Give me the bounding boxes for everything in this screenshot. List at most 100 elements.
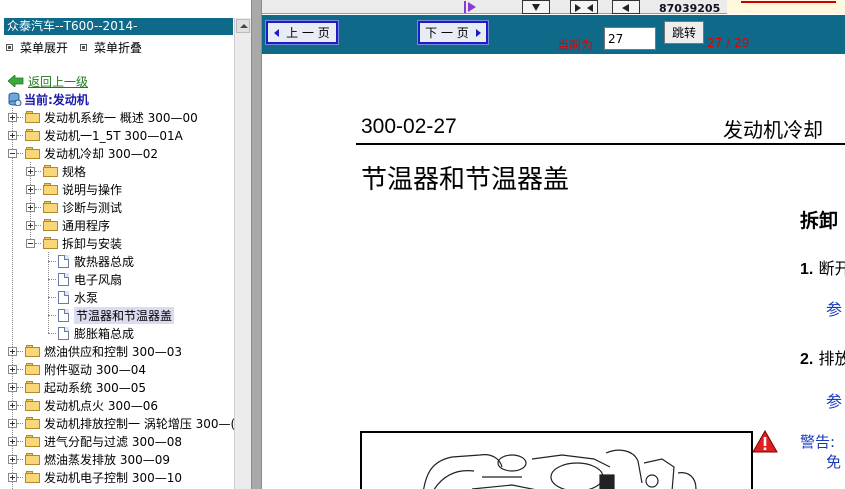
tree-item[interactable]: 发动机排放控制一 涡轮增压 300—( (8, 414, 235, 432)
engine-illustration (360, 431, 753, 489)
folder-icon (25, 453, 41, 465)
page-count: 27 / 29 (707, 36, 750, 50)
tree-item[interactable]: 进气分配与过滤 300—08 (8, 432, 182, 450)
tree-item[interactable]: 起动系统 300—05 (8, 378, 146, 396)
folder-icon (25, 111, 41, 123)
tree-item[interactable]: 拆卸与安装 (26, 234, 122, 252)
expand-icon (8, 112, 17, 122)
page-number-input[interactable] (604, 27, 656, 50)
tree-item[interactable]: 说明与操作 (26, 180, 122, 198)
doc-warning-label: 警告: (800, 433, 836, 451)
document-icon (58, 254, 69, 268)
expand-icon (8, 472, 17, 482)
tree-item[interactable]: 发动机点火 300—06 (8, 396, 158, 414)
panel-splitter[interactable] (251, 0, 262, 489)
arrow-down-icon (532, 4, 540, 11)
tree-item[interactable]: 散热器总成 (48, 252, 134, 270)
top-right-red-line (741, 1, 836, 3)
doc-warning-text: 免 (826, 453, 842, 471)
back-link-label: 返回上一级 (28, 74, 89, 89)
tree-item[interactable]: 燃油供应和控制 300—03 (8, 342, 182, 360)
header-divider (356, 143, 845, 145)
previous-view-button[interactable] (612, 0, 640, 14)
expand-icon (8, 130, 17, 140)
square-icon (6, 43, 13, 51)
back-link[interactable]: 返回上一级 (8, 72, 88, 90)
page-navigation-bar: 上 一 页 下 一 页 当前为 跳转 27 / 29 (262, 15, 845, 54)
doc-reference-1[interactable]: 参 (826, 296, 842, 320)
tree-item[interactable]: 发动机系统一 概述 300—00 (8, 108, 198, 126)
prev-page-button[interactable]: 上 一 页 (265, 20, 339, 45)
doc-step-1: 1. 断开 (800, 259, 845, 278)
tree-item[interactable]: 通用程序 (26, 216, 110, 234)
expand-icon (8, 436, 17, 446)
app-title-bar: 众泰汽车--T600--2014- (4, 18, 233, 35)
expand-icon (8, 382, 17, 392)
next-page-button[interactable]: 下 一 页 (417, 20, 489, 45)
square-icon (80, 43, 88, 51)
doc-reference-2[interactable]: 参 (826, 388, 842, 412)
menu-collapse-label: 菜单折叠 (94, 40, 143, 55)
tree-item-selected[interactable]: 节温器和节温器盖 (48, 306, 175, 324)
folder-icon (25, 471, 41, 483)
expand-icon (8, 364, 17, 374)
first-page-button[interactable] (522, 0, 550, 14)
document-icon (58, 290, 69, 304)
scroll-up-icon[interactable] (236, 19, 250, 33)
tree-item[interactable]: 发动机一1_5T 300—01A (8, 126, 183, 144)
jump-button[interactable]: 跳转 (664, 21, 704, 44)
folder-icon (43, 219, 59, 231)
tree-item[interactable]: 诊断与测试 (26, 198, 122, 216)
folder-open-icon (43, 237, 59, 249)
expand-icon (26, 166, 35, 176)
folder-icon (43, 165, 59, 177)
menu-expand-button[interactable]: 菜单展开 (6, 39, 68, 56)
arrow-left-icon (622, 4, 629, 12)
expand-icon (8, 454, 17, 464)
menu-expand-label: 菜单展开 (20, 40, 69, 55)
folder-icon (43, 183, 59, 195)
expand-icon (26, 184, 35, 194)
tree-item[interactable]: 燃油蒸发排放 300—09 (8, 450, 170, 468)
document-icon (58, 272, 69, 286)
folder-open-icon (25, 147, 41, 159)
expand-icon (8, 346, 17, 356)
doc-page-code: 300-02-27 (361, 115, 457, 138)
fit-page-button[interactable] (570, 0, 598, 14)
doc-step-2: 2. 排放 (800, 349, 845, 368)
expand-icon (8, 418, 17, 428)
left-tree-panel: 众泰汽车--T600--2014- 菜单展开 菜单折叠 返回上一级 当前:发动机 (0, 0, 251, 489)
doc-section-title: 发动机冷却 (723, 118, 823, 142)
folder-icon (25, 345, 41, 357)
document-icon (58, 308, 69, 322)
menu-collapse-button[interactable]: 菜单折叠 (80, 39, 142, 56)
tree-scrollbar[interactable] (234, 18, 251, 489)
folder-icon (25, 363, 41, 375)
prev-page-label: 上 一 页 (286, 26, 330, 40)
tree-item[interactable]: 电子风扇 (48, 270, 122, 288)
folder-icon (25, 129, 41, 141)
tree-item[interactable]: 水泵 (48, 288, 98, 306)
play-icon[interactable] (462, 0, 486, 14)
arrow-right-icon (475, 28, 481, 37)
tree-item[interactable]: 膨胀箱总成 (48, 324, 134, 342)
expand-icon (8, 400, 17, 410)
arrow-left-icon (274, 28, 280, 37)
back-arrow-icon (8, 75, 24, 87)
tree-item[interactable]: 附件驱动 300—04 (8, 360, 146, 378)
warning-icon (752, 430, 778, 453)
collapse-icon (8, 148, 17, 158)
engine-drawing-icon (423, 449, 697, 489)
collapse-icon (26, 238, 35, 248)
fit-arrows-icon (575, 4, 593, 12)
tree-item[interactable]: 发动机冷却 300—02 (8, 144, 158, 162)
tree-item[interactable]: 规格 (26, 162, 86, 180)
folder-icon (25, 435, 41, 447)
current-page-label: 当前为 (557, 38, 594, 52)
current-node: 当前:发动机 (8, 90, 89, 108)
doc-subheading-remove: 拆卸 (800, 210, 839, 232)
expand-icon (26, 202, 35, 212)
folder-icon (25, 399, 41, 411)
doc-heading: 节温器和节温器盖 (361, 165, 570, 195)
tree-item[interactable]: 发动机电子控制 300—10 (8, 468, 182, 486)
